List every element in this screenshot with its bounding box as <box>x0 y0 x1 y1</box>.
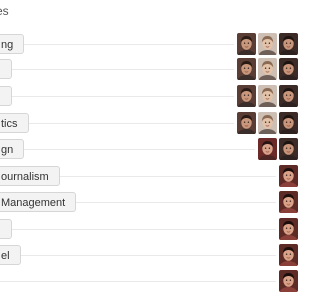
row-divider <box>20 149 255 150</box>
topic-row <box>0 85 300 108</box>
avatar[interactable] <box>258 138 277 160</box>
people-topics-page: es ng tics <box>0 0 300 300</box>
avatar[interactable] <box>258 33 277 55</box>
member-avatars <box>237 58 300 80</box>
section-title: es <box>0 4 9 18</box>
topic-row <box>0 218 300 241</box>
topic-chip[interactable]: ournalism <box>0 166 60 186</box>
member-avatars <box>279 270 298 292</box>
avatar[interactable] <box>237 112 256 134</box>
topic-row: el <box>0 244 300 267</box>
row-divider <box>28 123 234 124</box>
row-divider <box>71 202 276 203</box>
topic-chip[interactable]: Management <box>0 192 77 212</box>
topic-chip[interactable]: tics <box>0 113 29 133</box>
avatar[interactable] <box>279 138 298 160</box>
member-avatars <box>279 191 298 213</box>
topic-chip[interactable]: gn <box>0 139 25 159</box>
topic-chip[interactable] <box>0 219 12 239</box>
row-divider <box>19 44 234 45</box>
avatar[interactable] <box>279 58 298 80</box>
member-avatars <box>237 112 300 134</box>
topic-row: tics <box>0 112 300 135</box>
topic-row: gn <box>0 138 300 161</box>
avatar[interactable] <box>258 85 277 107</box>
row-divider <box>54 176 276 177</box>
topic-row <box>0 270 300 293</box>
avatar[interactable] <box>279 165 298 187</box>
member-avatars <box>237 33 300 55</box>
avatar[interactable] <box>258 112 277 134</box>
topic-row <box>0 58 300 81</box>
topic-chip[interactable] <box>0 59 12 79</box>
avatar[interactable] <box>279 112 298 134</box>
avatar[interactable] <box>279 244 298 266</box>
avatar[interactable] <box>237 85 256 107</box>
avatar[interactable] <box>279 191 298 213</box>
member-avatars <box>258 138 300 160</box>
row-divider <box>0 69 234 70</box>
row-divider <box>6 229 276 230</box>
row-divider <box>10 96 234 97</box>
row-divider <box>18 255 276 256</box>
member-avatars <box>279 244 298 266</box>
avatar[interactable] <box>279 33 298 55</box>
avatar[interactable] <box>237 58 256 80</box>
member-avatars <box>237 85 300 107</box>
avatar[interactable] <box>258 58 277 80</box>
avatar[interactable] <box>279 270 298 292</box>
topic-chip[interactable]: ng <box>0 34 25 54</box>
avatar[interactable] <box>237 33 256 55</box>
topic-row: Management <box>0 191 300 214</box>
avatar[interactable] <box>279 85 298 107</box>
topic-chip[interactable]: el <box>0 245 21 265</box>
topic-chip[interactable] <box>0 86 12 106</box>
topic-row: ournalism <box>0 165 300 188</box>
member-avatars <box>279 165 298 187</box>
topic-row: ng <box>0 33 300 56</box>
row-divider <box>0 281 276 282</box>
avatar[interactable] <box>279 218 298 240</box>
member-avatars <box>279 218 298 240</box>
